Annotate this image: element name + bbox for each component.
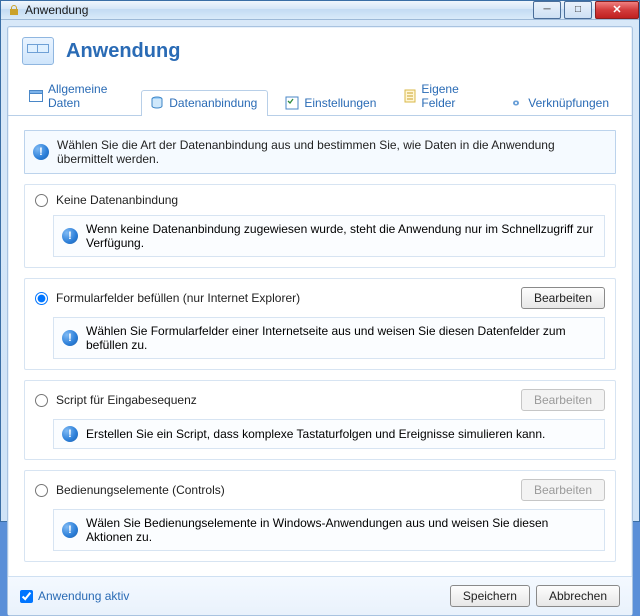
option-form-fields: Formularfelder befüllen (nur Internet Ex…: [24, 278, 616, 370]
active-label: Anwendung aktiv: [38, 589, 129, 603]
tab-label: Verknüpfungen: [528, 96, 609, 110]
link-icon: [509, 96, 523, 110]
client-area: Anwendung Allgemeine Daten Datenanbindun…: [7, 26, 633, 616]
page-title: Anwendung: [66, 40, 180, 63]
option-script-info: ! Erstellen Sie ein Script, dass komplex…: [53, 419, 605, 449]
checklist-icon: [285, 96, 299, 110]
cancel-button[interactable]: Abbrechen: [536, 585, 620, 607]
option-label[interactable]: Script für Eingabesequenz: [56, 393, 197, 407]
minimize-button[interactable]: ─: [533, 1, 561, 19]
window-icon: [29, 89, 43, 103]
intro-text: Wählen Sie die Art der Datenanbindung au…: [57, 138, 607, 166]
tab-bar: Allgemeine Daten Datenanbindung Einstell…: [8, 75, 632, 116]
option-label[interactable]: Formularfelder befüllen (nur Internet Ex…: [56, 291, 300, 305]
save-button[interactable]: Speichern: [450, 585, 530, 607]
info-icon: !: [62, 330, 78, 346]
lock-icon: [7, 3, 21, 17]
radio-script[interactable]: [35, 394, 48, 407]
titlebar[interactable]: Anwendung ─ □ ✕: [1, 1, 639, 20]
page-header: Anwendung: [8, 27, 632, 73]
active-checkbox[interactable]: [20, 590, 33, 603]
window-title: Anwendung: [25, 3, 88, 17]
window: Anwendung ─ □ ✕ Anwendung Allgemeine Dat…: [0, 0, 640, 522]
info-text: Erstellen Sie ein Script, dass komplexe …: [86, 427, 545, 441]
info-icon: !: [62, 522, 78, 538]
option-form-info: ! Wählen Sie Formularfelder einer Intern…: [53, 317, 605, 359]
maximize-button[interactable]: □: [564, 1, 592, 19]
tab-links[interactable]: Verknüpfungen: [500, 90, 620, 116]
tab-label: Eigene Felder: [421, 82, 481, 110]
tab-settings[interactable]: Einstellungen: [276, 90, 387, 116]
option-none-info: ! Wenn keine Datenanbindung zugewiesen w…: [53, 215, 605, 257]
edit-controls-button[interactable]: Bearbeiten: [521, 479, 605, 501]
info-text: Wenn keine Datenanbindung zugewiesen wur…: [86, 222, 596, 250]
tab-custom-fields[interactable]: Eigene Felder: [395, 76, 492, 116]
info-icon: !: [62, 228, 78, 244]
option-controls: Bedienungselemente (Controls) Bearbeiten…: [24, 470, 616, 562]
info-text: Wälen Sie Bedienungselemente in Windows-…: [86, 516, 596, 544]
intro-info: ! Wählen Sie die Art der Datenanbindung …: [24, 130, 616, 174]
footer: Anwendung aktiv Speichern Abbrechen: [8, 576, 632, 615]
radio-none[interactable]: [35, 194, 48, 207]
option-label[interactable]: Keine Datenanbindung: [56, 193, 178, 207]
note-icon: [404, 89, 416, 103]
option-label[interactable]: Bedienungselemente (Controls): [56, 483, 225, 497]
window-buttons: ─ □ ✕: [530, 1, 639, 19]
option-none: Keine Datenanbindung ! Wenn keine Datena…: [24, 184, 616, 268]
tab-label: Datenanbindung: [169, 96, 257, 110]
application-icon: [22, 37, 54, 65]
info-text: Wählen Sie Formularfelder einer Internet…: [86, 324, 596, 352]
tab-content: ! Wählen Sie die Art der Datenanbindung …: [8, 116, 632, 576]
tab-label: Einstellungen: [304, 96, 376, 110]
radio-controls[interactable]: [35, 484, 48, 497]
radio-form-fields[interactable]: [35, 292, 48, 305]
edit-form-button[interactable]: Bearbeiten: [521, 287, 605, 309]
database-icon: [150, 96, 164, 110]
info-icon: !: [62, 426, 78, 442]
active-checkbox-row[interactable]: Anwendung aktiv: [20, 589, 129, 603]
close-button[interactable]: ✕: [595, 1, 639, 19]
tab-label: Allgemeine Daten: [48, 82, 122, 110]
tab-general[interactable]: Allgemeine Daten: [20, 76, 133, 116]
info-icon: !: [33, 144, 49, 160]
option-script: Script für Eingabesequenz Bearbeiten ! E…: [24, 380, 616, 460]
option-controls-info: ! Wälen Sie Bedienungselemente in Window…: [53, 509, 605, 551]
tab-data-binding[interactable]: Datenanbindung: [141, 90, 268, 116]
edit-script-button[interactable]: Bearbeiten: [521, 389, 605, 411]
